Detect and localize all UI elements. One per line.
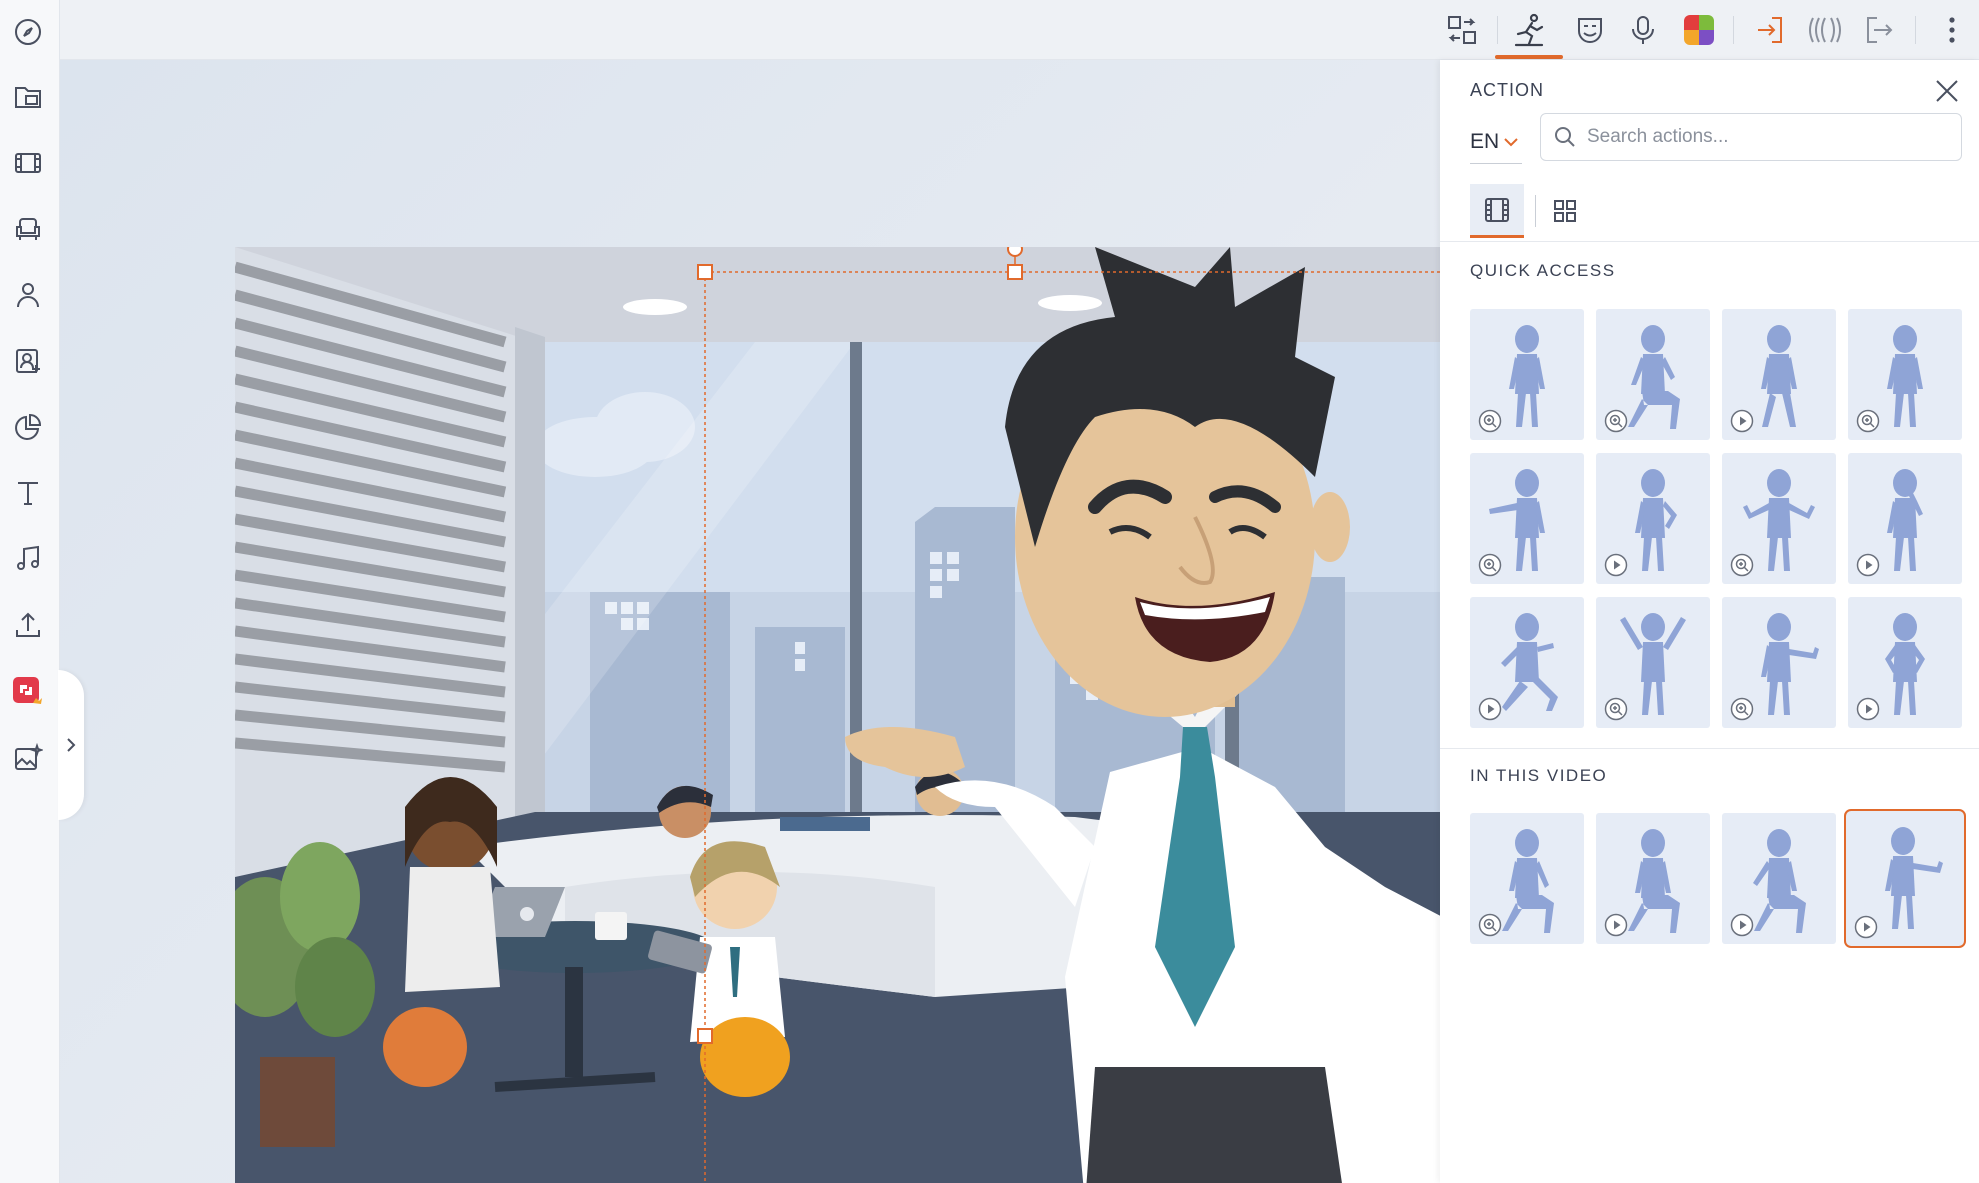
search-input[interactable] [1587,126,1947,148]
section-divider [1440,748,1979,749]
play-icon[interactable] [1604,553,1628,577]
active-tab-indicator [1495,55,1563,59]
toolbar-divider [1497,16,1498,44]
panel-title: ACTION [1470,80,1545,100]
premium-plugin-icon[interactable] [6,670,50,714]
music-icon[interactable] [6,537,50,581]
play-icon[interactable] [1856,553,1880,577]
exit-icon[interactable] [1857,8,1901,52]
quick-action-point-left[interactable] [1470,453,1584,584]
video-action-sit-talk[interactable] [1722,813,1836,944]
zoom-icon[interactable] [1478,553,1502,577]
motion-icon[interactable] [1802,8,1846,52]
toolbar-divider [1733,16,1734,44]
swap-icon[interactable] [1440,8,1484,52]
quick-access-label: QUICK ACCESS [1470,261,1616,280]
action-panel: ACTION EN QUICK ACCESS IN THIS VIDEO [1440,60,1979,1183]
quick-action-hand-on-hip[interactable] [1596,453,1710,584]
quick-action-stand-side[interactable] [1848,309,1962,440]
text-icon[interactable] [6,471,50,515]
play-icon[interactable] [1854,915,1878,939]
color-icon[interactable] [1677,8,1721,52]
quick-action-stand-walk[interactable] [1722,309,1836,440]
quick-action-present-right[interactable] [1722,597,1836,728]
pie-chart-icon[interactable] [6,405,50,449]
expand-sidebar-button[interactable] [58,670,84,820]
video-action-present-right[interactable] [1844,809,1966,948]
chevron-down-icon [1504,137,1518,146]
quick-action-arms-up[interactable] [1596,597,1710,728]
play-icon[interactable] [1856,697,1880,721]
app-window: ACTION EN QUICK ACCESS IN THIS VIDEO [0,0,1979,1183]
film-view-toggle[interactable] [1470,184,1524,238]
folder-video-icon[interactable] [6,75,50,119]
canvas-area[interactable] [60,60,1500,1183]
image-magic-icon[interactable] [6,736,50,780]
quick-action-lean-sit[interactable] [1596,309,1710,440]
quick-action-stand-hips[interactable] [1848,597,1962,728]
play-icon[interactable] [1478,697,1502,721]
film-icon[interactable] [6,141,50,185]
panel-divider [1440,241,1979,242]
scene-preview[interactable] [235,247,1500,1183]
upload-icon[interactable] [6,603,50,647]
film-icon [1485,197,1509,222]
zoom-icon[interactable] [1478,409,1502,433]
action-icon[interactable] [1507,8,1551,52]
search-box[interactable] [1540,113,1962,161]
video-action-sit-relaxed[interactable] [1596,813,1710,944]
character-builder-icon[interactable] [6,339,50,383]
quick-action-stand-calm[interactable] [1470,309,1584,440]
expression-icon[interactable] [1568,8,1612,52]
compass-icon[interactable] [6,10,50,54]
language-value: EN [1470,129,1500,153]
language-select[interactable]: EN [1470,120,1522,164]
play-icon[interactable] [1730,913,1754,937]
zoom-icon[interactable] [1730,697,1754,721]
search-icon [1555,127,1575,147]
armchair-icon[interactable] [6,207,50,251]
zoom-icon[interactable] [1856,409,1880,433]
zoom-icon[interactable] [1478,913,1502,937]
zoom-icon[interactable] [1604,697,1628,721]
play-icon[interactable] [1604,913,1628,937]
close-icon[interactable] [1930,74,1964,108]
grid-icon [1554,200,1576,222]
in-this-video-label: IN THIS VIDEO [1470,766,1608,785]
toolbar-divider [1915,16,1916,44]
video-action-sit-forward[interactable] [1470,813,1584,944]
enter-icon[interactable] [1748,8,1792,52]
quick-action-shrug[interactable] [1722,453,1836,584]
top-toolbar [0,0,1979,60]
view-divider [1535,195,1536,227]
person-icon[interactable] [6,273,50,317]
grid-view-toggle[interactable] [1538,184,1592,238]
play-icon[interactable] [1730,409,1754,433]
quick-action-thinking[interactable] [1848,453,1962,584]
quick-action-running[interactable] [1470,597,1584,728]
zoom-icon[interactable] [1604,409,1628,433]
more-icon[interactable] [1930,8,1974,52]
left-sidebar [0,0,60,1183]
zoom-icon[interactable] [1730,553,1754,577]
microphone-icon[interactable] [1621,8,1665,52]
chevron-right-icon [67,738,76,752]
office-scene-illustration [235,247,1500,1183]
